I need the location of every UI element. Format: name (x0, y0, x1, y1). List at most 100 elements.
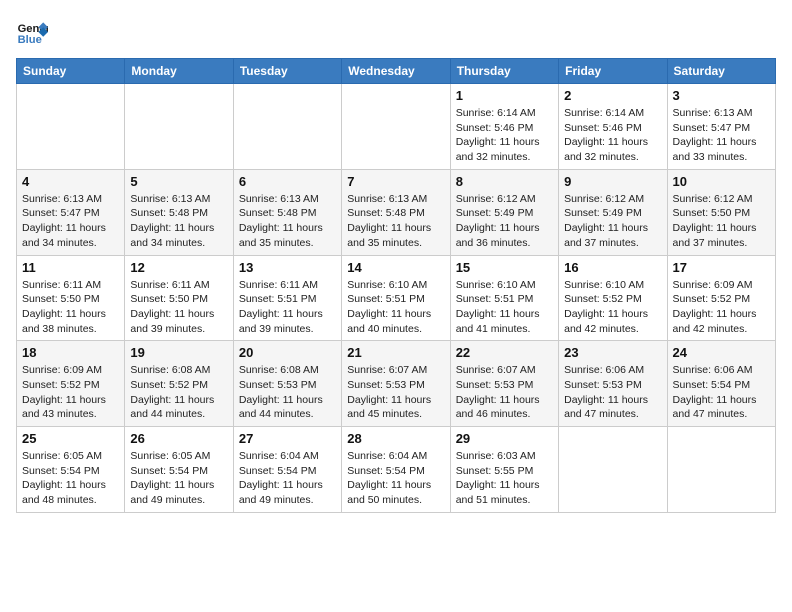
day-number: 15 (456, 260, 553, 275)
day-number: 18 (22, 345, 119, 360)
calendar-cell: 15 Sunrise: 6:10 AM Sunset: 5:51 PM Dayli… (450, 255, 558, 341)
day-info: Sunrise: 6:14 AM Sunset: 5:46 PM Dayligh… (456, 106, 553, 165)
calendar-cell: 29Sunrise: 6:03 AM Sunset: 5:55 PM Dayli… (450, 427, 558, 513)
day-info: Sunrise: 6:09 AM Sunset: 5:52 PM Dayligh… (673, 278, 770, 337)
day-number: 21 (347, 345, 444, 360)
day-number: 17 (673, 260, 770, 275)
calendar-table: SundayMondayTuesdayWednesdayThursdayFrid… (16, 58, 776, 513)
calendar-cell: 19 Sunrise: 6:08 AM Sunset: 5:52 PM Dayli… (125, 341, 233, 427)
calendar-header-sunday: Sunday (17, 59, 125, 84)
logo-icon: General Blue (16, 16, 48, 48)
logo: General Blue (16, 16, 54, 48)
day-number: 9 (564, 174, 661, 189)
calendar-cell: 14 Sunrise: 6:10 AM Sunset: 5:51 PM Dayli… (342, 255, 450, 341)
day-info: Sunrise: 6:07 AM Sunset: 5:53 PM Dayligh… (456, 363, 553, 422)
day-info: Sunrise: 6:11 AM Sunset: 5:50 PM Dayligh… (22, 278, 119, 337)
calendar-cell: 11 Sunrise: 6:11 AM Sunset: 5:50 PM Dayli… (17, 255, 125, 341)
day-number: 22 (456, 345, 553, 360)
day-number: 10 (673, 174, 770, 189)
calendar-cell: 4Sunrise: 6:13 AM Sunset: 5:47 PM Daylig… (17, 169, 125, 255)
day-number: 2 (564, 88, 661, 103)
calendar-cell: 16 Sunrise: 6:10 AM Sunset: 5:52 PM Dayli… (559, 255, 667, 341)
calendar-week-1: 1 Sunrise: 6:14 AM Sunset: 5:46 PM Daylig… (17, 84, 776, 170)
calendar-cell: 18 Sunrise: 6:09 AM Sunset: 5:52 PM Dayli… (17, 341, 125, 427)
day-info: Sunrise: 6:06 AM Sunset: 5:54 PM Dayligh… (673, 363, 770, 422)
day-info: Sunrise: 6:13 AM Sunset: 5:48 PM Dayligh… (239, 192, 336, 251)
calendar-week-3: 11 Sunrise: 6:11 AM Sunset: 5:50 PM Dayli… (17, 255, 776, 341)
calendar-week-5: 25 Sunrise: 6:05 AM Sunset: 5:54 PM Dayli… (17, 427, 776, 513)
calendar-cell: 17 Sunrise: 6:09 AM Sunset: 5:52 PM Dayli… (667, 255, 775, 341)
day-number: 3 (673, 88, 770, 103)
calendar-cell: 12 Sunrise: 6:11 AM Sunset: 5:50 PM Dayli… (125, 255, 233, 341)
calendar-cell: 6 Sunrise: 6:13 AM Sunset: 5:48 PM Daylig… (233, 169, 341, 255)
day-number: 5 (130, 174, 227, 189)
day-info: Sunrise: 6:10 AM Sunset: 5:51 PM Dayligh… (347, 278, 444, 337)
calendar-cell (667, 427, 775, 513)
day-number: 29 (456, 431, 553, 446)
calendar-cell: 8Sunrise: 6:12 AM Sunset: 5:49 PM Daylig… (450, 169, 558, 255)
day-info: Sunrise: 6:05 AM Sunset: 5:54 PM Dayligh… (22, 449, 119, 508)
day-number: 19 (130, 345, 227, 360)
day-info: Sunrise: 6:08 AM Sunset: 5:53 PM Dayligh… (239, 363, 336, 422)
day-info: Sunrise: 6:13 AM Sunset: 5:47 PM Dayligh… (673, 106, 770, 165)
day-number: 14 (347, 260, 444, 275)
calendar-cell: 25 Sunrise: 6:05 AM Sunset: 5:54 PM Dayli… (17, 427, 125, 513)
day-info: Sunrise: 6:11 AM Sunset: 5:50 PM Dayligh… (130, 278, 227, 337)
day-info: Sunrise: 6:10 AM Sunset: 5:52 PM Dayligh… (564, 278, 661, 337)
calendar-cell: 20 Sunrise: 6:08 AM Sunset: 5:53 PM Dayli… (233, 341, 341, 427)
calendar-cell: 10 Sunrise: 6:12 AM Sunset: 5:50 PM Dayli… (667, 169, 775, 255)
day-info: Sunrise: 6:11 AM Sunset: 5:51 PM Dayligh… (239, 278, 336, 337)
calendar-header-row: SundayMondayTuesdayWednesdayThursdayFrid… (17, 59, 776, 84)
day-number: 20 (239, 345, 336, 360)
calendar-cell: 26Sunrise: 6:05 AM Sunset: 5:54 PM Dayli… (125, 427, 233, 513)
day-number: 27 (239, 431, 336, 446)
day-info: Sunrise: 6:04 AM Sunset: 5:54 PM Dayligh… (347, 449, 444, 508)
calendar-cell: 13 Sunrise: 6:11 AM Sunset: 5:51 PM Dayli… (233, 255, 341, 341)
calendar-cell (233, 84, 341, 170)
calendar-cell: 1 Sunrise: 6:14 AM Sunset: 5:46 PM Daylig… (450, 84, 558, 170)
calendar-header-saturday: Saturday (667, 59, 775, 84)
day-info: Sunrise: 6:08 AM Sunset: 5:52 PM Dayligh… (130, 363, 227, 422)
day-info: Sunrise: 6:13 AM Sunset: 5:48 PM Dayligh… (130, 192, 227, 251)
calendar-header-tuesday: Tuesday (233, 59, 341, 84)
day-number: 12 (130, 260, 227, 275)
day-number: 6 (239, 174, 336, 189)
day-number: 23 (564, 345, 661, 360)
svg-text:Blue: Blue (18, 34, 42, 46)
day-info: Sunrise: 6:12 AM Sunset: 5:50 PM Dayligh… (673, 192, 770, 251)
calendar-cell: 2 Sunrise: 6:14 AM Sunset: 5:46 PM Daylig… (559, 84, 667, 170)
calendar-week-2: 4Sunrise: 6:13 AM Sunset: 5:47 PM Daylig… (17, 169, 776, 255)
day-info: Sunrise: 6:12 AM Sunset: 5:49 PM Dayligh… (456, 192, 553, 251)
day-info: Sunrise: 6:13 AM Sunset: 5:48 PM Dayligh… (347, 192, 444, 251)
calendar-cell: 22 Sunrise: 6:07 AM Sunset: 5:53 PM Dayli… (450, 341, 558, 427)
calendar-cell: 24 Sunrise: 6:06 AM Sunset: 5:54 PM Dayli… (667, 341, 775, 427)
calendar-week-4: 18 Sunrise: 6:09 AM Sunset: 5:52 PM Dayli… (17, 341, 776, 427)
calendar-cell (559, 427, 667, 513)
day-number: 24 (673, 345, 770, 360)
day-info: Sunrise: 6:12 AM Sunset: 5:49 PM Dayligh… (564, 192, 661, 251)
calendar-cell: 21 Sunrise: 6:07 AM Sunset: 5:53 PM Dayli… (342, 341, 450, 427)
day-number: 13 (239, 260, 336, 275)
day-number: 1 (456, 88, 553, 103)
calendar-cell: 23Sunrise: 6:06 AM Sunset: 5:53 PM Dayli… (559, 341, 667, 427)
day-number: 25 (22, 431, 119, 446)
calendar-cell: 3 Sunrise: 6:13 AM Sunset: 5:47 PM Daylig… (667, 84, 775, 170)
calendar-cell (342, 84, 450, 170)
day-info: Sunrise: 6:10 AM Sunset: 5:51 PM Dayligh… (456, 278, 553, 337)
day-info: Sunrise: 6:09 AM Sunset: 5:52 PM Dayligh… (22, 363, 119, 422)
day-number: 11 (22, 260, 119, 275)
calendar-cell (17, 84, 125, 170)
day-number: 7 (347, 174, 444, 189)
day-info: Sunrise: 6:14 AM Sunset: 5:46 PM Dayligh… (564, 106, 661, 165)
day-info: Sunrise: 6:04 AM Sunset: 5:54 PM Dayligh… (239, 449, 336, 508)
calendar-cell: 27 Sunrise: 6:04 AM Sunset: 5:54 PM Dayli… (233, 427, 341, 513)
calendar-cell: 28Sunrise: 6:04 AM Sunset: 5:54 PM Dayli… (342, 427, 450, 513)
calendar-header-wednesday: Wednesday (342, 59, 450, 84)
calendar-cell (125, 84, 233, 170)
page-header: General Blue (16, 16, 776, 48)
calendar-cell: 9 Sunrise: 6:12 AM Sunset: 5:49 PM Daylig… (559, 169, 667, 255)
calendar-header-monday: Monday (125, 59, 233, 84)
day-info: Sunrise: 6:07 AM Sunset: 5:53 PM Dayligh… (347, 363, 444, 422)
day-number: 16 (564, 260, 661, 275)
day-info: Sunrise: 6:13 AM Sunset: 5:47 PM Dayligh… (22, 192, 119, 251)
